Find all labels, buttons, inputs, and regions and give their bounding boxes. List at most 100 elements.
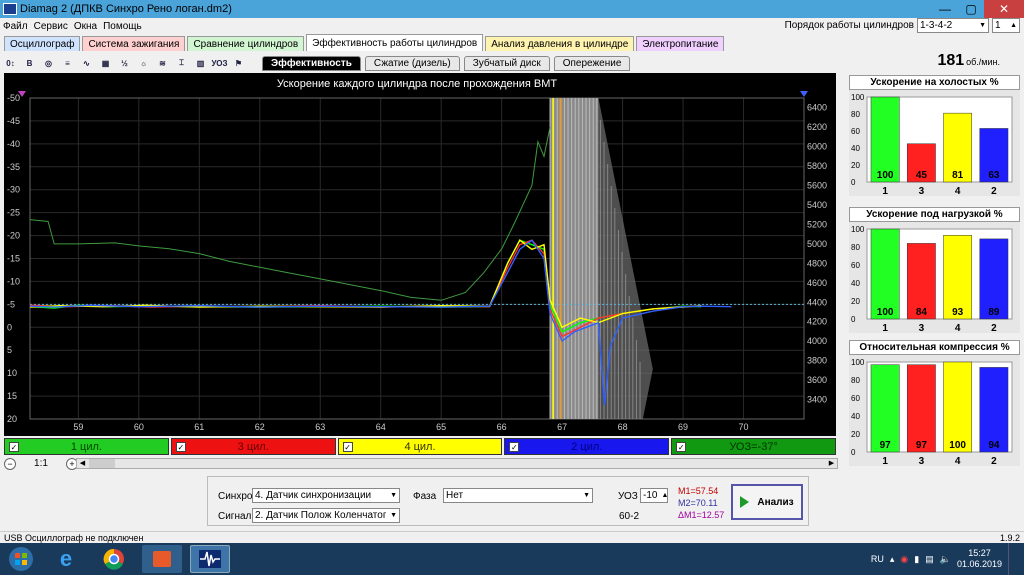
legend-uoz[interactable]: ✓ УОЗ=-37° [671,438,836,455]
flag-icon[interactable]: ⚑ [230,55,247,72]
clock[interactable]: 15:27 01.06.2019 [957,548,1002,570]
zoom-out-button[interactable]: − [4,457,16,470]
chrome-taskbar-icon[interactable] [94,545,134,573]
subtab-compression-diesel[interactable]: Сжатие (дизель) [364,56,460,71]
bar-y-tick-label: 0 [851,178,856,187]
signal-value: 2. Датчик Полож Коленчатого Вал [255,510,387,521]
volume-icon[interactable]: 🔈 [940,554,951,565]
x-tick-label: 60 [134,422,144,432]
subtab-efficiency[interactable]: Эффективность [262,56,361,71]
rpm-unit: об./мин. [966,57,1000,67]
sync-select[interactable]: 4. Датчик синхронизации ▼ [252,488,400,503]
menu-service[interactable]: Сервис [31,21,71,32]
tray-expand-icon[interactable]: ▴ [890,554,895,565]
bar [906,364,936,453]
ie-taskbar-icon[interactable]: e [46,545,86,573]
status-text: USB Осциллограф не подключен [4,532,144,543]
bar-value-label: 100 [877,170,894,181]
network-icon[interactable]: ▤ [925,554,934,565]
presentation-icon [153,551,171,567]
bar-category-label: 2 [991,186,997,196]
spin-arrows-icon: ▲ [1010,22,1017,29]
analyze-label: Анализ [757,496,794,508]
phase-select[interactable]: Нет ▼ [443,488,593,503]
cylinder-spin[interactable]: 1 ▲ [992,18,1020,33]
tab-cylinder-compare[interactable]: Сравнение цилиндров [187,36,305,51]
bar-y-tick-label: 20 [851,161,860,170]
uoz-spin[interactable]: -10 ▲ [640,488,668,503]
scale-icon[interactable]: ≡ [59,55,76,72]
phase-label: Фаза [413,491,437,502]
bar [943,361,973,453]
tab-power-supply[interactable]: Электропитание [636,36,725,51]
record-icon[interactable]: ◉ [900,554,908,565]
cylinder-order-label: Порядок работы цилиндров [784,20,914,31]
bars-icon[interactable]: ▥ [192,55,209,72]
y-right-tick-label: 4800 [807,258,827,268]
panel-load-acceleration: Ускорение под нагрузкой % 100 80 60 40 20 0 10… [849,207,1020,333]
menu-windows[interactable]: Окна [71,21,100,32]
sub-tabs: Эффективность Сжатие (дизель) Зубчатый д… [262,56,631,71]
menu-help[interactable]: Помощь [100,21,145,32]
cylinder-order-select[interactable]: 1-3-4-2 ▼ [917,18,989,33]
zoom-scale: 1:1 [34,458,48,469]
wave-icon[interactable]: ∿ [78,55,95,72]
legend-cyl-3[interactable]: ✓ 3 цил. [170,438,336,455]
chevron-down-icon: ▼ [390,492,397,499]
legend-cyl-4[interactable]: ✓ 4 цил. [337,438,503,455]
bar-y-tick-label: 0 [851,448,856,457]
marker-m1: M1=57.54 [678,486,719,496]
tab-oscilloscope[interactable]: Осциллограф [4,36,81,51]
show-desktop-button[interactable] [1008,543,1016,575]
x-tick-label: 63 [315,422,325,432]
half-icon[interactable]: ½ [116,55,133,72]
diamag-taskbar-icon[interactable] [190,545,230,573]
tab-pressure-analysis[interactable]: Анализ давления в цилиндре [485,36,635,51]
y-right-tick-label: 6000 [807,142,827,152]
subtab-tooth-disk[interactable]: Зубчатый диск [463,56,550,71]
uoz-value: -10 [643,490,658,501]
cursor-icon[interactable]: 0↕ [2,55,19,72]
panel-title: Ускорение на холостых % [849,75,1020,90]
subtab-advance[interactable]: Опережение [553,56,631,71]
legend-cyl-2[interactable]: ✓ 2 цил. [504,438,670,455]
chevron-down-icon: ▼ [583,492,590,499]
bar-category-label: 1 [882,456,888,466]
markers-icon[interactable]: ⌶ [173,55,190,72]
minimize-button[interactable]: — [932,0,958,18]
filter-icon[interactable]: ☼ [135,55,152,72]
language-indicator[interactable]: RU [871,554,884,564]
bar-y-tick-label: 60 [851,261,860,270]
maximize-button[interactable]: ▢ [958,0,984,18]
legend-cyl-1[interactable]: ✓ 1 цил. [4,438,169,455]
scroll-right-icon[interactable]: ▶ [826,459,837,468]
signal-select[interactable]: 2. Датчик Полож Коленчатого Вал▼ [252,508,400,523]
cylinder-spin-value: 1 [995,20,1001,31]
panel-idle-acceleration: Ускорение на холостых % 100 80 60 40 20 0 100 1… [849,75,1020,196]
horizontal-scrollbar[interactable]: ◀ ▶ [76,458,838,469]
bold-b-icon[interactable]: B [21,55,38,72]
analyze-button[interactable]: Анализ [731,484,803,520]
tab-cylinder-efficiency[interactable]: Эффективность работы цилиндров [306,34,484,51]
close-button[interactable]: ✕ [984,0,1024,18]
scroll-left-icon[interactable]: ◀ [77,459,88,468]
x-tick-label: 68 [618,422,628,432]
chrome-icon [103,548,124,570]
battery-icon[interactable]: ▮ [914,554,919,565]
office-taskbar-icon[interactable] [142,545,182,573]
bar-y-tick-label: 40 [851,279,860,288]
grid-icon[interactable]: ▦ [97,55,114,72]
bar-category-label: 4 [955,456,961,466]
uoz-icon[interactable]: УОЗ [211,55,228,72]
bar-category-label: 1 [882,186,888,196]
bar-category-label: 4 [955,186,961,196]
rpm-icon[interactable]: ◎ [40,55,57,72]
bands-icon[interactable]: ≋ [154,55,171,72]
oscillogram-plot[interactable]: Ускорение каждого цилиндра после прохожд… [4,73,836,436]
menu-file[interactable]: Файл [0,21,31,32]
tab-ignition[interactable]: Система зажигания [82,36,186,51]
start-button[interactable] [4,545,38,573]
scroll-thumb[interactable] [89,459,115,468]
teeth-label: 60-2 [619,511,640,522]
bar-chart-load: 100 80 60 40 20 0 100 1 84 3 93 4 89 2 [851,225,1013,333]
